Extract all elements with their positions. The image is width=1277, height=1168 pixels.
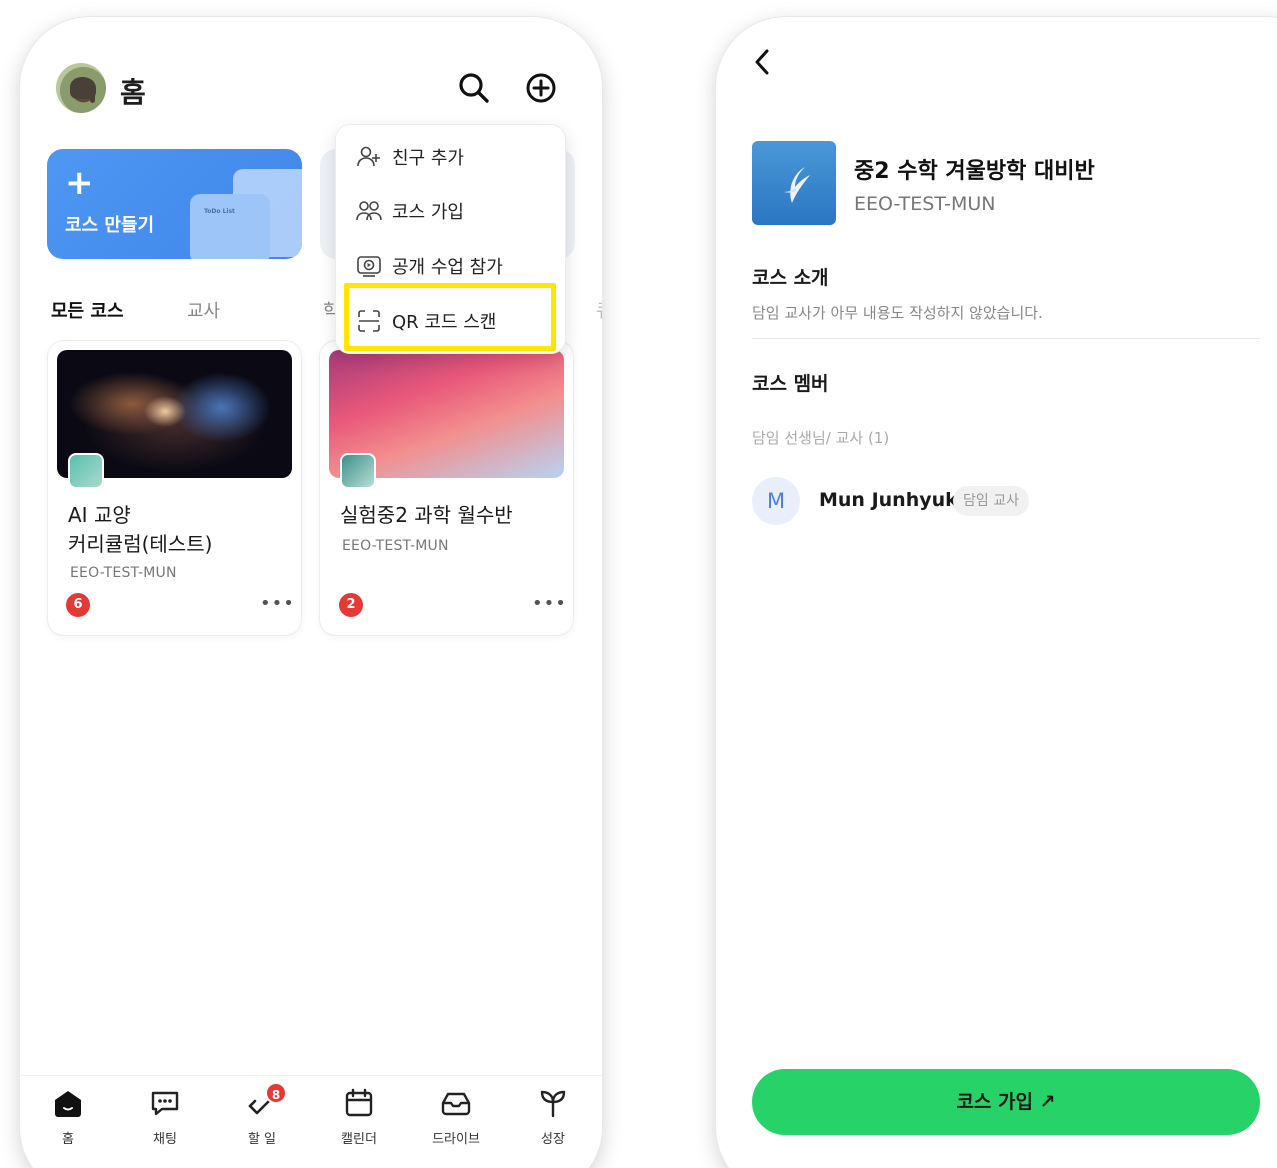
nav-todo[interactable]: 8 할 일 (222, 1082, 302, 1147)
live-class-icon (357, 256, 381, 277)
nav-label: 홈 (62, 1132, 74, 1147)
nav-label: 성장 (541, 1132, 565, 1147)
course-card[interactable]: 실험중2 과학 월수반 EEO-TEST-MUN 2 ••• (320, 341, 573, 635)
member-avatar[interactable]: M (752, 477, 800, 525)
home-icon (55, 1091, 81, 1117)
intro-title: 코스 소개 (752, 267, 829, 289)
search-icon[interactable] (456, 70, 492, 106)
course-org: EEO-TEST-MUN (70, 565, 177, 581)
nav-label: 할 일 (247, 1132, 277, 1147)
back-arrow-icon[interactable] (750, 47, 774, 77)
add-circle-icon[interactable] (523, 70, 559, 106)
nav-badge: 8 (265, 1082, 287, 1104)
nav-chat[interactable]: 채팅 (125, 1086, 205, 1147)
tab-more[interactable]: 큐 (596, 297, 602, 323)
nav-growth[interactable]: 성장 (513, 1086, 593, 1147)
home-screen: 홈 ToDo List + 코스 만들기 모든 코스 교사 학 큐 AI 교양 … (20, 17, 602, 1168)
qr-scan-highlight (344, 283, 556, 351)
course-name: 실험중2 과학 월수반 (340, 503, 513, 527)
divider (752, 338, 1260, 339)
join-course-button[interactable]: 코스 가입 ↗ (752, 1069, 1260, 1135)
menu-item-label: 친구 추가 (392, 148, 464, 169)
calendar-icon (345, 1088, 373, 1117)
tab-all-courses[interactable]: 모든 코스 (51, 297, 124, 323)
create-course-card[interactable]: ToDo List + 코스 만들기 (47, 149, 302, 259)
unread-badge: 2 (339, 593, 363, 617)
teacher-group-label: 담임 선생님/ 교사 (1) (752, 429, 890, 447)
course-card[interactable]: AI 교양 커리큘럼(테스트) EEO-TEST-MUN 6 ••• (48, 341, 301, 635)
menu-item-label: 코스 가입 (392, 202, 464, 223)
page-title: 홈 (120, 76, 146, 109)
more-icon[interactable]: ••• (532, 593, 567, 614)
add-friend-icon (357, 146, 380, 167)
plus-icon: + (65, 163, 94, 203)
menu-item-label: 공개 수업 참가 (392, 257, 503, 278)
seagull-icon (784, 167, 810, 203)
intro-text: 담임 교사가 아무 내용도 작성하지 않았습니다. (752, 304, 1043, 322)
member-name: Mun Junhyuk (819, 489, 958, 511)
card-decoration: ToDo List (190, 194, 270, 259)
course-org: EEO-TEST-MUN (854, 193, 996, 215)
unread-badge: 6 (66, 593, 90, 617)
menu-item-live-class[interactable]: 공개 수업 참가 (356, 248, 556, 284)
nav-home[interactable]: 홈 (28, 1086, 108, 1147)
nav-label: 캘린더 (341, 1132, 377, 1147)
course-icon (68, 453, 104, 489)
member-title: 코스 멤버 (752, 373, 829, 395)
drive-icon (441, 1092, 471, 1116)
todo-deco-label: ToDo List (204, 208, 235, 215)
course-title: 중2 수학 겨울방학 대비반 (854, 159, 1095, 184)
nav-label: 드라이브 (432, 1132, 480, 1147)
join-course-icon (356, 201, 382, 221)
bottom-nav: 홈 채팅 8 할 일 캘린더 드라이브 성장 (20, 1075, 602, 1168)
course-detail-screen: 중2 수학 겨울방학 대비반 EEO-TEST-MUN 코스 소개 담임 교사가… (716, 17, 1277, 1168)
nav-label: 채팅 (153, 1132, 177, 1147)
nav-calendar[interactable]: 캘린더 (319, 1086, 399, 1147)
nav-drive[interactable]: 드라이브 (416, 1086, 496, 1147)
course-org: EEO-TEST-MUN (342, 538, 449, 554)
avatar[interactable] (56, 63, 106, 113)
role-badge: 담임 교사 (953, 486, 1029, 516)
tab-teacher[interactable]: 교사 (187, 297, 220, 323)
menu-item-add-friend[interactable]: 친구 추가 (356, 139, 556, 175)
chat-icon (151, 1091, 179, 1116)
course-image (752, 141, 836, 225)
menu-item-join-course[interactable]: 코스 가입 (356, 193, 556, 229)
growth-icon (540, 1090, 566, 1118)
create-course-label: 코스 만들기 (65, 215, 155, 236)
course-name: AI 교양 커리큘럼(테스트) (68, 503, 213, 556)
more-icon[interactable]: ••• (260, 593, 295, 614)
course-icon (340, 453, 376, 489)
